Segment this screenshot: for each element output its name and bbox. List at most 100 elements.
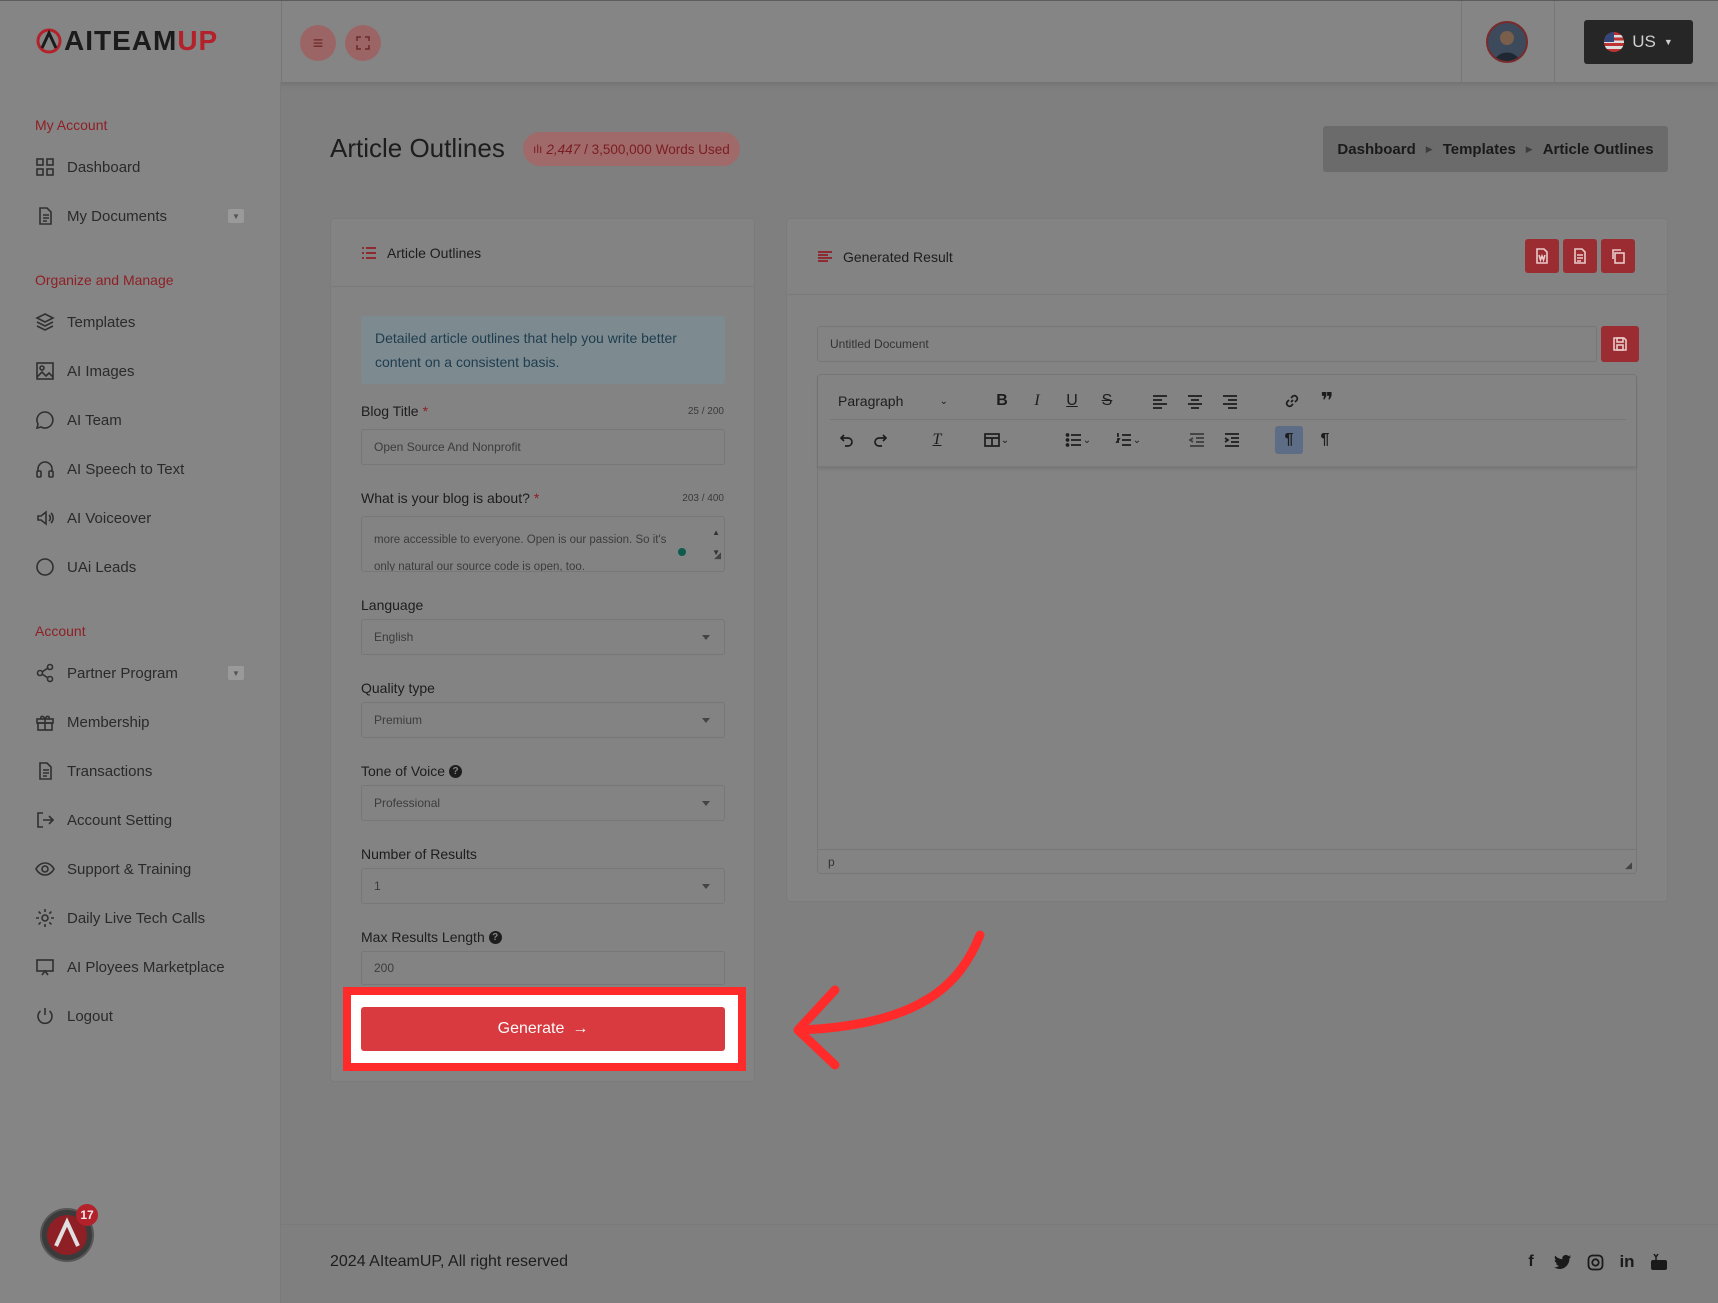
outdent-button[interactable] <box>1183 426 1211 454</box>
clear-formatting-button[interactable]: T <box>923 426 951 454</box>
tone-of-voice-select[interactable]: Professional <box>361 785 725 821</box>
brand-logo[interactable]: AITEAM UP <box>36 25 218 57</box>
notification-launcher[interactable]: 17 <box>40 1204 98 1262</box>
rtl-direction-button[interactable]: ¶ <box>1311 426 1339 454</box>
numbered-list-button[interactable]: ⌄ <box>1108 426 1148 454</box>
bold-icon: B <box>996 392 1008 409</box>
resize-handle-icon[interactable]: ◢ <box>714 542 721 569</box>
export-text-button[interactable] <box>1563 239 1597 273</box>
fullscreen-icon <box>356 36 370 50</box>
form-card-header: Article Outlines <box>331 219 754 287</box>
notification-count-badge: 17 <box>76 1204 98 1226</box>
sidebar-item-ai-voiceover[interactable]: AI Voiceover <box>35 508 151 528</box>
tone-of-voice-label-text: Tone of Voice <box>361 763 446 779</box>
gift-icon <box>36 715 54 731</box>
blog-title-label-text: Blog Title <box>361 403 419 419</box>
sidebar-item-label: My Documents <box>67 207 168 225</box>
chevron-down-icon: ▼ <box>1663 37 1673 47</box>
sidebar-item-ai-images[interactable]: AI Images <box>35 361 135 381</box>
export-word-button[interactable] <box>1525 239 1559 273</box>
sidebar-item-label: Support & Training <box>67 860 192 878</box>
chevron-down-icon[interactable]: ▼ <box>228 666 244 680</box>
user-avatar[interactable] <box>1486 21 1528 63</box>
number-of-results-select[interactable]: 1 <box>361 868 725 904</box>
strikethrough-button[interactable]: S <box>1093 387 1121 415</box>
sidebar-item-dashboard[interactable]: Dashboard <box>35 157 140 177</box>
sidebar-item-label: Membership <box>67 713 150 731</box>
copy-result-button[interactable] <box>1601 239 1635 273</box>
twitter-icon[interactable] <box>1554 1253 1572 1271</box>
us-flag-icon <box>1604 32 1625 52</box>
max-results-length-input[interactable]: 200 <box>361 951 725 985</box>
result-card-title: Generated Result <box>843 248 953 265</box>
top-divider <box>1461 1 1462 83</box>
align-center-icon <box>1188 395 1202 409</box>
chevron-down-icon: ⌄ <box>1000 434 1010 446</box>
align-left-button[interactable] <box>1146 387 1174 415</box>
sidebar-item-label: Daily Live Tech Calls <box>67 909 206 927</box>
sidebar-item-ai-team[interactable]: AI Team <box>35 410 122 430</box>
resize-handle-icon[interactable]: ◢ <box>1625 860 1632 871</box>
generate-button[interactable]: Generate → <box>361 1007 725 1051</box>
strikethrough-icon: S <box>1101 392 1113 409</box>
help-icon[interactable]: ? <box>449 764 463 778</box>
ltr-direction-button[interactable]: ¶ <box>1275 426 1303 454</box>
sidebar-item-my-documents[interactable]: My Documents <box>35 206 167 226</box>
sidebar-item-daily-live-tech-calls[interactable]: Daily Live Tech Calls <box>35 908 205 928</box>
language-select-value: English <box>374 630 414 644</box>
document-name-input[interactable]: Untitled Document <box>817 326 1597 362</box>
align-center-button[interactable] <box>1181 387 1209 415</box>
pointer-arrow-icon <box>793 930 985 1070</box>
chevron-down-icon[interactable]: ▼ <box>228 209 244 223</box>
language-select[interactable]: English <box>361 619 725 655</box>
form-card-title: Article Outlines <box>387 244 482 261</box>
blog-title-input[interactable]: Open Source And Nonprofit <box>361 429 725 465</box>
sidebar-item-partner-program[interactable]: Partner Program <box>35 663 178 683</box>
chevron-down-icon <box>702 635 710 640</box>
blog-about-textarea[interactable]: more accessible to everyone. Open is our… <box>361 516 725 572</box>
fullscreen-button[interactable] <box>345 25 381 61</box>
gear-icon <box>36 909 54 927</box>
redo-button[interactable] <box>867 426 895 454</box>
sidebar-item-logout[interactable]: Logout <box>35 1006 113 1026</box>
indent-button[interactable] <box>1218 426 1246 454</box>
align-right-button[interactable] <box>1216 387 1244 415</box>
sidebar-item-membership[interactable]: Membership <box>35 712 150 732</box>
instagram-icon[interactable] <box>1586 1253 1604 1271</box>
sidebar-item-templates[interactable]: Templates <box>35 312 135 332</box>
sidebar-item-transactions[interactable]: Transactions <box>35 761 152 781</box>
editor-content-area[interactable] <box>818 467 1636 851</box>
language-switcher[interactable]: US ▼ <box>1584 20 1693 64</box>
quality-type-select[interactable]: Premium <box>361 702 725 738</box>
sidebar-item-uai-leads[interactable]: UAi Leads <box>35 557 136 577</box>
menu-toggle-button[interactable]: ≡ <box>300 25 336 61</box>
help-icon[interactable]: ? <box>488 930 502 944</box>
element-path[interactable]: p <box>828 855 835 869</box>
number-of-results-label: Number of Results <box>361 846 477 862</box>
save-document-button[interactable] <box>1601 326 1639 362</box>
sidebar-item-ai-ployees-marketplace[interactable]: AI Ployees Marketplace <box>35 957 225 977</box>
sidebar-item-account-setting[interactable]: Account Setting <box>35 810 172 830</box>
insert-table-button[interactable]: ⌄ <box>976 426 1016 454</box>
insert-link-button[interactable] <box>1278 387 1306 415</box>
breadcrumb-item-templates[interactable]: Templates <box>1443 141 1516 158</box>
bullet-list-button[interactable]: ⌄ <box>1058 426 1098 454</box>
rtl-icon: ¶ <box>1320 431 1330 448</box>
undo-button[interactable] <box>832 426 860 454</box>
blockquote-button[interactable]: ❞ <box>1313 387 1341 415</box>
italic-button[interactable]: I <box>1023 387 1051 415</box>
facebook-icon[interactable]: f <box>1522 1253 1540 1271</box>
blog-about-char-counter: 203 / 400 <box>682 493 724 504</box>
breadcrumb-item-dashboard[interactable]: Dashboard <box>1337 141 1415 158</box>
editor-toolbar: Paragraph ⌄ B I U S ❞ T ⌄ ⌄ ⌄ ¶ ¶ <box>818 375 1636 467</box>
circle-icon <box>36 558 54 576</box>
linkedin-icon[interactable]: in <box>1618 1252 1636 1271</box>
bold-button[interactable]: B <box>988 387 1016 415</box>
youtube-icon[interactable] <box>1650 1253 1668 1271</box>
sidebar-item-ai-speech-to-text[interactable]: AI Speech to Text <box>35 459 184 479</box>
block-format-select[interactable]: Paragraph ⌄ <box>830 387 956 415</box>
breadcrumb: Dashboard ▶ Templates ▶ Article Outlines <box>1323 126 1668 172</box>
page-title: Article Outlines <box>330 133 505 163</box>
sidebar-item-support-training[interactable]: Support & Training <box>35 859 191 879</box>
underline-button[interactable]: U <box>1058 387 1086 415</box>
